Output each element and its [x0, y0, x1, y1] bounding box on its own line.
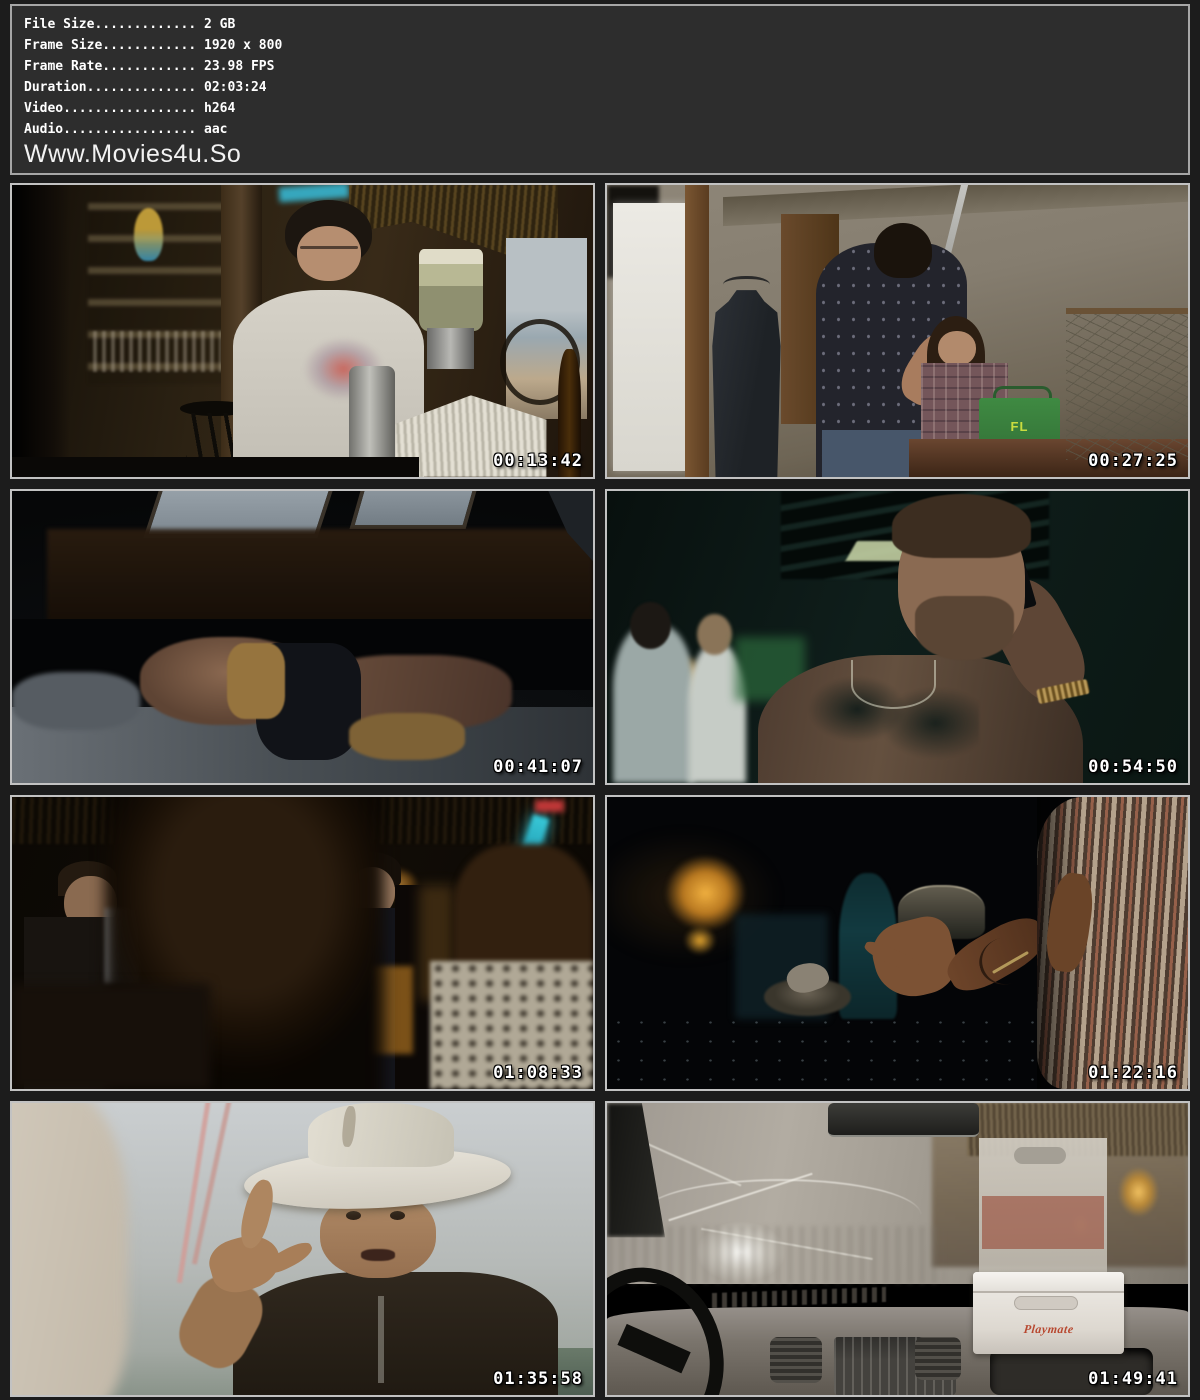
info-frame-size: Frame Size............ 1920 x 800 [24, 35, 1188, 56]
foreground-shoulder [12, 984, 210, 1089]
bartender-glasses [300, 246, 358, 249]
timestamp-overlay: 00:41:07 [493, 757, 583, 777]
wood-wall [47, 529, 593, 631]
man-jeans [822, 430, 921, 477]
background-figure-plaid [613, 625, 694, 783]
man-head [874, 223, 932, 278]
screenshot-truck-dashboard: Playmate 01:49:41 [605, 1101, 1190, 1397]
screenshot-sheet: File Size............. 2 GB Frame Size..… [0, 0, 1200, 1400]
timestamp-overlay: 00:13:42 [493, 451, 583, 471]
hanging-wetsuit [706, 290, 787, 477]
man-hair [892, 494, 1031, 558]
site-watermark: Www.Movies4u.So [24, 140, 1188, 169]
dark-left-edge [12, 185, 70, 477]
shirt-zipper [378, 1296, 384, 1384]
screenshot-bar-crowd: 01:08:33 [10, 795, 595, 1091]
info-audio-codec: Audio................. aac [24, 119, 1188, 140]
side-window-netting [1066, 308, 1188, 460]
necklace [851, 660, 936, 709]
open-mouth [361, 1249, 396, 1261]
cabin-window-right [349, 491, 476, 529]
bar-counter [12, 457, 419, 477]
bright-doorway [613, 203, 689, 472]
timestamp-overlay: 01:08:33 [493, 1063, 583, 1083]
paper-bag-handle [1014, 1147, 1066, 1165]
bag-label: FL [979, 419, 1060, 434]
cooler-brand-label: Playmate [978, 1322, 1119, 1337]
timestamp-overlay: 01:49:41 [1088, 1369, 1178, 1389]
info-frame-rate: Frame Rate............ 23.98 FPS [24, 56, 1188, 77]
screenshot-grid: 00:13:42 FL 00:27:25 [10, 183, 1190, 1397]
timestamp-overlay: 00:54:50 [1088, 757, 1178, 777]
screenshot-bar-counter: 01:22:16 [605, 795, 1190, 1091]
timestamp-overlay: 01:22:16 [1088, 1063, 1178, 1083]
blender-pitcher [419, 249, 483, 331]
rear-view-mirror [828, 1103, 979, 1137]
man-beard [915, 596, 1014, 660]
info-file-size: File Size............. 2 GB [24, 14, 1188, 35]
info-duration: Duration.............. 02:03:24 [24, 77, 1188, 98]
cooler-lid [973, 1272, 1124, 1292]
screenshot-cowboy-hat-man: 01:35:58 [10, 1101, 595, 1397]
red-neon-light [535, 800, 564, 812]
screenshot-tiki-bar: 00:13:42 [10, 183, 595, 479]
pillow [12, 672, 140, 730]
timestamp-overlay: 01:35:58 [493, 1369, 583, 1389]
woman-face [938, 331, 976, 366]
crumpled-blanket [349, 713, 465, 760]
glass-row [93, 331, 221, 372]
hanging-buoy [134, 208, 163, 261]
screenshot-cabin-bed: 00:41:07 [10, 489, 595, 785]
cowboy-hat-crown [308, 1103, 453, 1167]
lantern-light [1118, 1167, 1159, 1217]
paper-bag-red-band [982, 1196, 1104, 1249]
info-video-codec: Video................. h264 [24, 98, 1188, 119]
background-figure-head [630, 602, 671, 649]
screenshot-phone-call: 00:54:50 [605, 489, 1190, 785]
air-vent-right [915, 1337, 961, 1381]
foreground-shoulder-blur [10, 1101, 128, 1397]
tan-towel [227, 643, 285, 719]
background-figure-head-2 [697, 614, 732, 655]
air-vent-left [770, 1337, 822, 1384]
screenshot-boat-cabin: FL 00:27:25 [605, 183, 1190, 479]
media-info-panel: File Size............. 2 GB Frame Size..… [10, 4, 1190, 175]
timestamp-overlay: 00:27:25 [1088, 451, 1178, 471]
door-frame [685, 185, 708, 477]
orange-bokeh-small [677, 920, 723, 961]
bartender-face [297, 226, 361, 281]
cooler-handle [1014, 1296, 1078, 1311]
blender-base [427, 328, 473, 369]
